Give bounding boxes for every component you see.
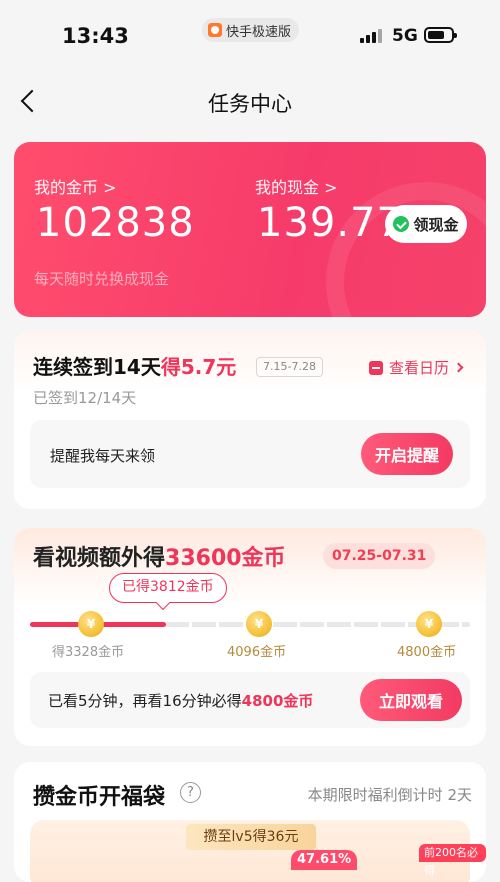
kuaishou-logo-icon (208, 23, 222, 37)
wechat-icon (393, 216, 410, 232)
video-task-reward: 33600金币 (165, 546, 286, 571)
video-date-range: 07.25-07.31 (323, 543, 436, 569)
progress-percent-badge: 47.61% (291, 850, 358, 870)
video-task-card: 看视频额外得33600金币 07.25-07.31 已得3812金币 ¥ ¥ ¥… (14, 528, 486, 746)
lucky-bag-card: 攒金币开福袋 ? 本期限时福利倒计时 2天 攒至lv5得36元 47.61% 前… (14, 762, 486, 882)
wallet-subtitle: 每天随时兑换成现金 (34, 270, 170, 288)
enable-reminder-button[interactable]: 开启提醒 (361, 433, 453, 475)
countdown-text: 本期限时福利倒计时 2天 (307, 786, 472, 804)
lucky-bag-title: 攒金币开福袋 (33, 785, 166, 810)
level-reward-tag: 攒至lv5得36元 (186, 824, 316, 850)
signin-reward: 得5.7元 (160, 355, 237, 379)
help-icon[interactable]: ? (180, 782, 201, 803)
my-cash-link[interactable]: 我的现金 > (255, 174, 338, 198)
signal-icon (360, 29, 382, 43)
withdraw-label: 领现金 (413, 215, 459, 234)
milestone-coin-icon: ¥ (416, 611, 442, 637)
status-time: 13:43 (62, 24, 129, 48)
cash-value: 139.77 (257, 200, 403, 246)
coins-value: 102838 (36, 200, 195, 246)
milestone-label: 4096金币 (227, 645, 287, 660)
milestone-coin-icon: ¥ (78, 611, 104, 637)
app-name: 快手极速版 (226, 24, 292, 40)
nav-bar: 任务中心 (0, 80, 500, 124)
chevron-right-icon (453, 362, 464, 373)
earned-coins-bubble: 已得3812金币 (109, 573, 227, 603)
signin-date-range: 7.15-7.28 (256, 357, 323, 377)
signin-card: 连续签到14天得5.7元 7.15-7.28 查看日历 已签到12/14天 提醒… (14, 331, 486, 509)
wallet-card: 我的金币 > 102838 我的现金 > 139.77 领现金 每天随时兑换成现… (14, 142, 486, 317)
battery-icon (424, 27, 457, 43)
view-calendar-link[interactable]: 查看日历 (369, 357, 464, 378)
withdraw-cash-button[interactable]: 领现金 (385, 205, 467, 243)
milestone-coin-icon: ¥ (246, 611, 272, 637)
milestone-label: 得3328金币 (52, 645, 125, 660)
status-bar: 13:43 快手极速版 5G (0, 0, 500, 70)
network-type: 5G (392, 26, 418, 46)
remind-text: 提醒我每天来领 (50, 447, 156, 465)
milestone-label: 4800金币 (397, 645, 457, 660)
first-200-badge: 前200名必得 (419, 844, 486, 877)
signin-progress: 已签到12/14天 (33, 389, 137, 407)
app-indicator: 快手极速版 (202, 18, 300, 42)
signin-title: 连续签到14天得5.7元 (33, 355, 237, 379)
watch-now-button[interactable]: 立即观看 (360, 679, 462, 721)
watch-row: 已看5分钟，再看16分钟必得4800金币 立即观看 (30, 672, 470, 728)
watch-progress-text: 已看5分钟，再看16分钟必得4800金币 (48, 692, 314, 710)
remind-row: 提醒我每天来领 开启提醒 (30, 420, 470, 488)
my-coins-link[interactable]: 我的金币 > (34, 174, 117, 198)
video-task-title: 看视频额外得33600金币 (33, 546, 286, 571)
calendar-link-label: 查看日历 (389, 359, 450, 377)
page-title: 任务中心 (208, 92, 292, 116)
calendar-icon (369, 360, 383, 375)
